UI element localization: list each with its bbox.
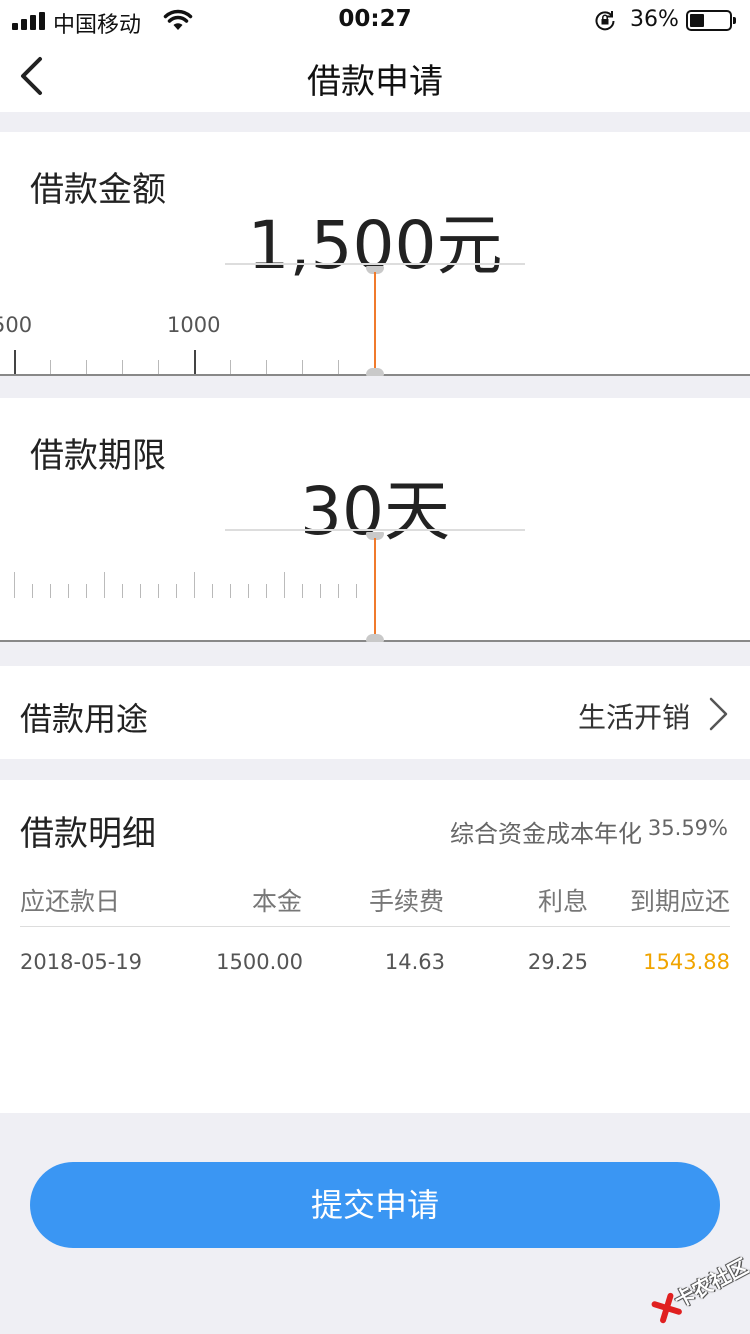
battery-icon [686,10,736,31]
purpose-row[interactable]: 借款用途 生活开销 [0,666,750,759]
ruler-tick [248,584,249,598]
ruler-tick [50,360,51,374]
rate-label: 综合资金成本年化 [450,820,642,848]
purpose-value: 生活开销 [577,701,690,734]
ruler-tick [86,360,87,374]
amount-card: 借款金额 1,500元 500 1000 [0,132,750,376]
cell-fee: 14.63 [384,950,445,974]
ruler-tick [194,350,196,374]
ruler-tick [338,584,339,598]
watermark: 卡农社区 [640,1238,750,1334]
rotation-lock-icon [595,11,615,31]
column-header-fee: 手续费 [368,887,444,916]
ruler-tick [302,584,303,598]
ruler-tick [14,350,16,374]
period-label: 借款期限 [30,436,166,476]
cell-principal: 1500.00 [216,950,303,974]
ruler-tick [230,584,231,598]
amount-indicator[interactable] [366,266,384,376]
ruler-tick [230,360,231,374]
ruler-tick [302,360,303,374]
ruler-tick [266,360,267,374]
ruler-tick [284,572,285,598]
battery-percent: 36% [630,7,679,32]
ruler-tick [50,584,51,598]
amount-label: 借款金额 [30,170,166,210]
ruler-tick [104,572,105,598]
nav-bar: 借款申请 [0,40,750,112]
ruler-tick [14,572,15,598]
ruler-tick [320,584,321,598]
details-title: 借款明细 [20,814,156,854]
ruler-tick [212,584,213,598]
loan-details: 借款明细 综合资金成本年化 35.59% 应还款日 本金 手续费 利息 到期应还… [0,780,750,1113]
column-header-interest: 利息 [537,887,588,916]
ruler-tick [86,584,87,598]
column-header-due-date: 应还款日 [20,887,121,916]
purpose-label: 借款用途 [20,700,149,738]
submit-button[interactable]: 提交申请 [30,1162,720,1248]
column-header-principal: 本金 [251,887,302,916]
ruler-tick [338,360,339,374]
ruler-tick [176,584,177,598]
cell-interest: 29.25 [527,950,588,974]
cell-total-due: 1543.88 [643,950,730,974]
period-value-underline [225,529,525,531]
ruler-tick [32,584,33,598]
status-bar: 中国移动 00:27 36% [0,0,750,40]
ruler-tick [158,584,159,598]
period-card: 借款期限 30天 [0,398,750,642]
column-header-total-due: 到期应还 [629,887,730,916]
ruler-tick [122,584,123,598]
amount-value-underline [225,263,525,265]
ruler-tick [122,360,123,374]
ruler-tick [140,584,141,598]
period-indicator[interactable] [366,532,384,642]
ruler-tick [266,584,267,598]
ruler-tick [194,572,195,598]
rate-value: 35.59% [647,816,728,840]
ruler-tick [356,584,357,598]
ruler-tick [158,360,159,374]
cell-due-date: 2018-05-19 [20,950,143,974]
table-divider [20,926,730,927]
chevron-right-icon [709,697,728,731]
ruler-tick [68,584,69,598]
watermark-text: 卡农社区 [670,1253,750,1313]
page-title: 借款申请 [307,62,443,102]
